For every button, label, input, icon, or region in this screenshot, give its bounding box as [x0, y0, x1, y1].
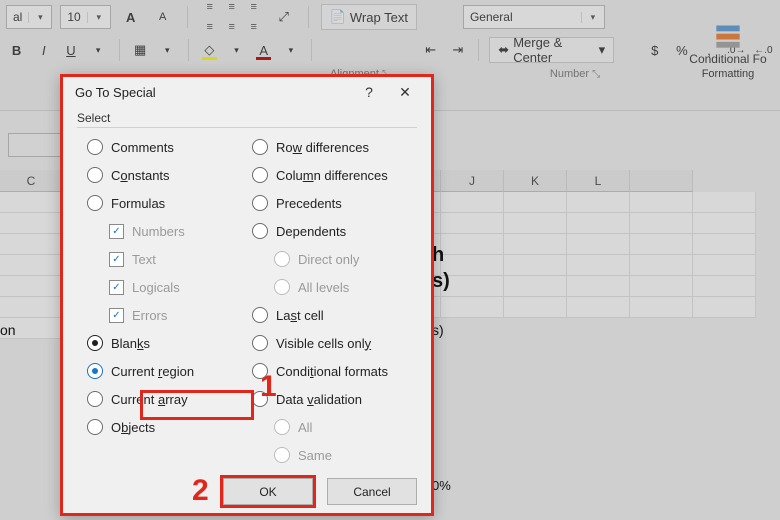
- radio-blanks[interactable]: Blanks: [87, 332, 252, 354]
- radio-current-region[interactable]: Current region: [87, 360, 252, 382]
- ok-button[interactable]: OK: [223, 478, 313, 505]
- radio-column-differences[interactable]: Column differences: [252, 164, 417, 186]
- annotation-number-1: 1: [260, 372, 277, 402]
- radio-comments[interactable]: Comments: [87, 136, 252, 158]
- radio-formulas[interactable]: Formulas: [87, 192, 252, 214]
- annotation-box-blanks: [140, 390, 254, 420]
- go-to-special-dialog: Go To Special ? ✕ Select Comments Consta…: [60, 74, 434, 516]
- cancel-button[interactable]: Cancel: [327, 478, 417, 505]
- clipped-cell-text: on: [0, 322, 16, 338]
- radio-conditional-formats[interactable]: Conditional formats: [252, 360, 417, 382]
- annotation-number-2: 2: [192, 476, 209, 506]
- close-button[interactable]: ✕: [387, 77, 423, 107]
- check-numbers: ✓Numbers: [87, 220, 252, 242]
- check-logicals: ✓Logicals: [87, 276, 252, 298]
- radio-all: All: [252, 416, 417, 438]
- close-icon: ✕: [399, 84, 411, 101]
- radio-same: Same: [252, 444, 417, 466]
- radio-all-levels: All levels: [252, 276, 417, 298]
- radio-direct-only: Direct only: [252, 248, 417, 270]
- radio-dependents[interactable]: Dependents: [252, 220, 417, 242]
- radio-row-differences[interactable]: Row differences: [252, 136, 417, 158]
- radio-data-validation[interactable]: Data validation: [252, 388, 417, 410]
- help-button[interactable]: ?: [351, 77, 387, 107]
- radio-last-cell[interactable]: Last cell: [252, 304, 417, 326]
- check-errors: ✓Errors: [87, 304, 252, 326]
- clipped-cell-text: 0%: [432, 478, 451, 493]
- dialog-title: Go To Special: [75, 85, 351, 100]
- radio-precedents[interactable]: Precedents: [252, 192, 417, 214]
- radio-visible-cells[interactable]: Visible cells only: [252, 332, 417, 354]
- check-text: ✓Text: [87, 248, 252, 270]
- select-label: Select: [77, 111, 417, 125]
- divider: [77, 127, 417, 128]
- radio-constants[interactable]: Constants: [87, 164, 252, 186]
- dialog-titlebar: Go To Special ? ✕: [63, 77, 431, 107]
- clipped-cell-text: s): [432, 270, 450, 293]
